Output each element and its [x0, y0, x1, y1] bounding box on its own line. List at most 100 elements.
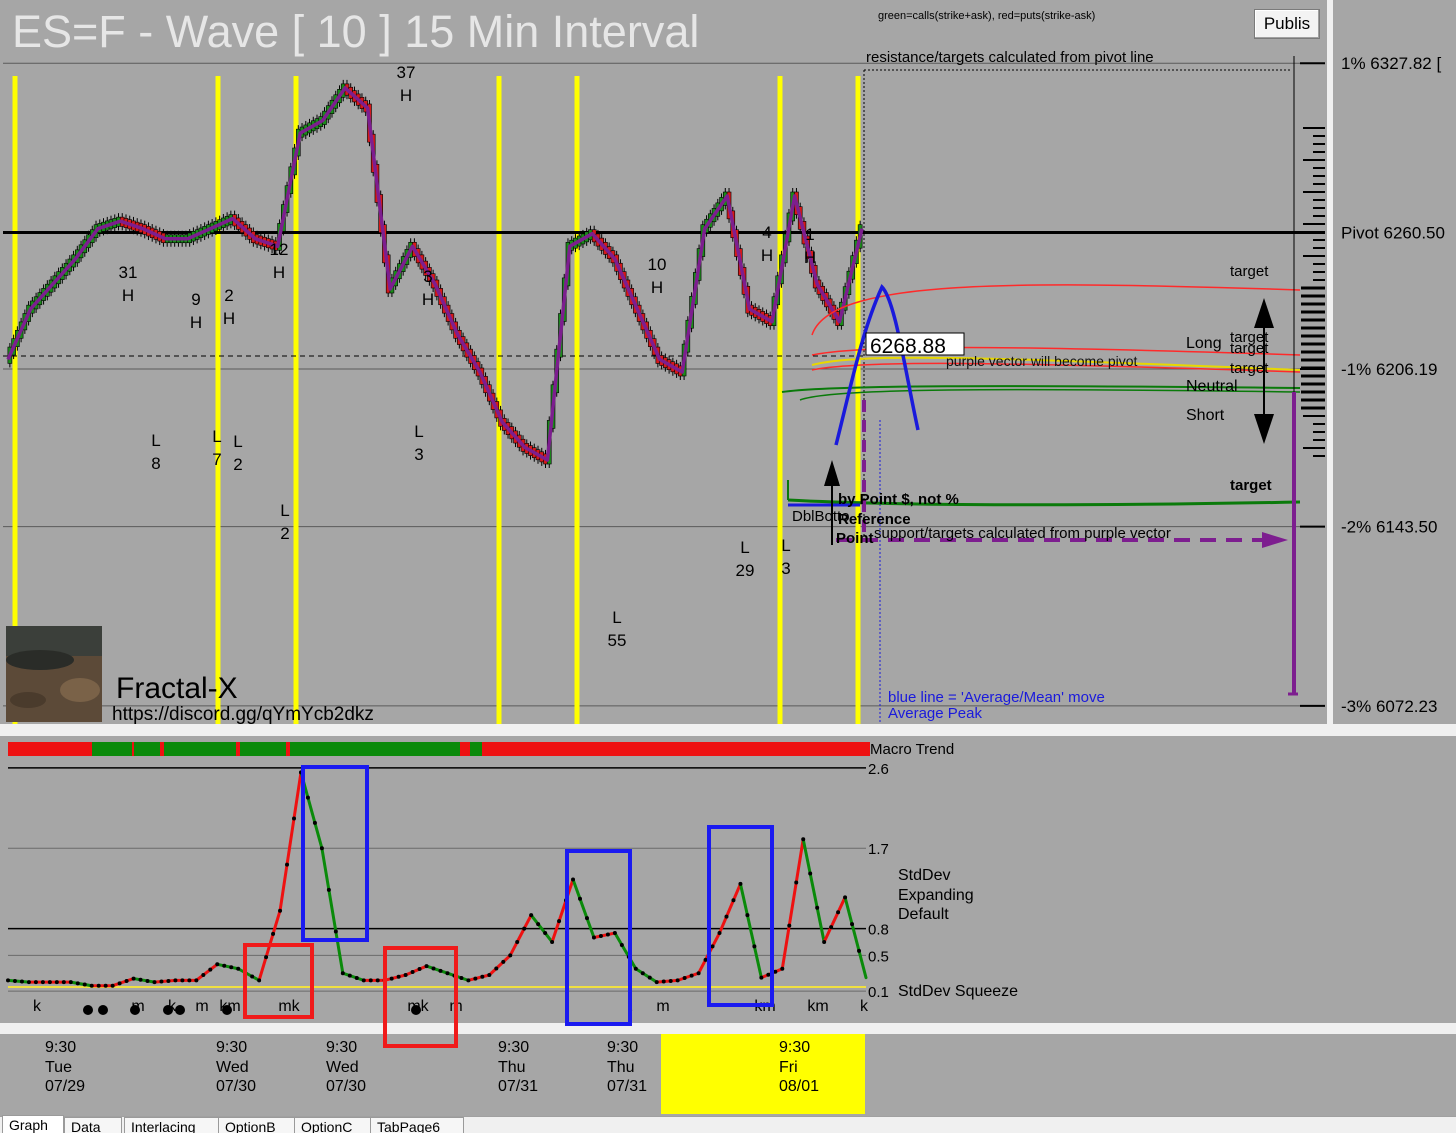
indicator-tick-label: 1.7 — [868, 841, 889, 858]
stddev-point — [487, 973, 492, 977]
stddev-point — [152, 980, 157, 985]
stddev-point — [271, 931, 276, 936]
stddev-point — [591, 935, 596, 940]
chart-title: ES=F - Wave [ 10 ] 15 Min Interval — [12, 6, 699, 57]
axis-separator — [0, 1023, 1456, 1034]
squeeze-marker: km — [807, 998, 828, 1015]
stddev-point — [68, 980, 73, 985]
average-peak-note: Average Peak — [888, 705, 982, 722]
stddev-point — [12, 978, 17, 983]
purple-vector-note: purple vector will become pivot — [946, 353, 1138, 369]
wave-low-count: 2 — [280, 524, 289, 543]
time-label-day: Thu — [607, 1059, 635, 1076]
wave-low-tag: L — [740, 538, 749, 557]
stddev-point — [682, 975, 687, 980]
stddev-point — [75, 981, 80, 986]
tab-graph[interactable]: Graph — [2, 1115, 64, 1133]
stddev-point — [815, 905, 820, 910]
stddev-point — [752, 944, 757, 949]
indicator-tick-label: 0.8 — [868, 922, 889, 939]
stddev-point — [89, 983, 94, 988]
stddev-point — [605, 932, 610, 937]
stddev-point — [257, 978, 262, 983]
stddev-point — [536, 922, 541, 927]
stddev-point — [187, 978, 192, 983]
publish-button[interactable]: Publis — [1254, 9, 1320, 39]
squeeze-dot — [163, 1005, 173, 1015]
stddev-point — [347, 973, 352, 978]
wave-high-count: 4 — [762, 223, 771, 242]
target-label-bottom: target — [1230, 477, 1272, 494]
stddev-point — [96, 983, 101, 988]
stddev-point — [229, 965, 234, 970]
stddev-point — [326, 887, 331, 892]
wave-low-count: 55 — [608, 631, 627, 650]
stddev-point — [466, 978, 471, 983]
time-axis-highlight — [661, 1034, 865, 1114]
stddev-point — [222, 963, 227, 968]
stddev-point — [431, 966, 436, 971]
stddev-point — [598, 934, 603, 939]
stddev-point — [445, 971, 450, 976]
stddev-point — [494, 966, 499, 971]
stddev-point — [340, 971, 345, 976]
wave-low-count: 2 — [233, 455, 242, 474]
squeeze-dot — [175, 1005, 185, 1015]
wave-high-tag: H — [422, 290, 434, 309]
panel-separator — [0, 724, 1456, 736]
time-label-time: 9:30 — [216, 1039, 247, 1056]
brand-url[interactable]: https://discord.gg/qYmYcb2dkz — [112, 704, 374, 725]
stddev-point — [396, 974, 401, 979]
price-axis-label: -2% 6143.50 — [1341, 518, 1437, 537]
stddev-point — [633, 966, 638, 971]
stddev-point — [208, 967, 213, 972]
time-label-time: 9:30 — [779, 1039, 810, 1056]
stddev-point — [689, 973, 694, 978]
stddev-point — [584, 916, 589, 921]
stddev-point — [124, 978, 129, 983]
wave-high-count: 31 — [119, 263, 138, 282]
stddev-point — [312, 820, 317, 825]
stddev-point — [745, 913, 750, 918]
stddev-point — [33, 980, 38, 985]
stddev-point — [612, 931, 617, 936]
stddev-point — [389, 976, 394, 981]
wave-low-tag: L — [151, 431, 160, 450]
price-axis-label: 1% 6327.82 [ — [1341, 54, 1441, 73]
stddev-point — [110, 983, 115, 988]
squeeze-marker: m — [656, 998, 669, 1015]
stddev-point — [424, 964, 429, 969]
stddev-expanding-label-1: StdDev — [898, 867, 950, 884]
squeeze-dot — [222, 1005, 232, 1015]
stddev-segment — [152, 978, 177, 984]
stddev-point — [459, 975, 464, 980]
stddev-point — [850, 922, 855, 927]
price-axis-label: -1% 6206.19 — [1341, 360, 1437, 379]
stddev-point — [473, 976, 478, 981]
macro-trend-label: Macro Trend — [870, 741, 954, 758]
stddev-point — [138, 977, 143, 982]
squeeze-dot — [130, 1005, 140, 1015]
time-label-date: 07/31 — [607, 1078, 647, 1095]
price-axis-label: -3% 6072.23 — [1341, 697, 1437, 716]
stddev-point — [557, 919, 562, 924]
squeeze-dot — [411, 1005, 421, 1015]
price-box-value: 6268.88 — [870, 335, 946, 358]
stddev-point — [292, 816, 296, 821]
stddev-point — [26, 980, 31, 985]
wave-high-count: 10 — [648, 255, 667, 274]
wave-low-count: 3 — [781, 559, 790, 578]
stddev-point — [780, 966, 785, 971]
stddev-point — [710, 944, 715, 949]
target-label-top: target — [1230, 263, 1269, 280]
time-label-day: Fri — [779, 1059, 798, 1076]
stddev-point — [522, 926, 527, 931]
wave-low-tag: L — [233, 432, 242, 451]
point-label: Point — [836, 530, 874, 547]
wave-high-tag: H — [190, 313, 202, 332]
reference-label: Reference — [838, 511, 911, 528]
wave-low-count: 29 — [736, 561, 755, 580]
trend-segment-green — [290, 742, 460, 756]
stddev-point — [759, 975, 764, 980]
stddev-point — [717, 931, 722, 936]
